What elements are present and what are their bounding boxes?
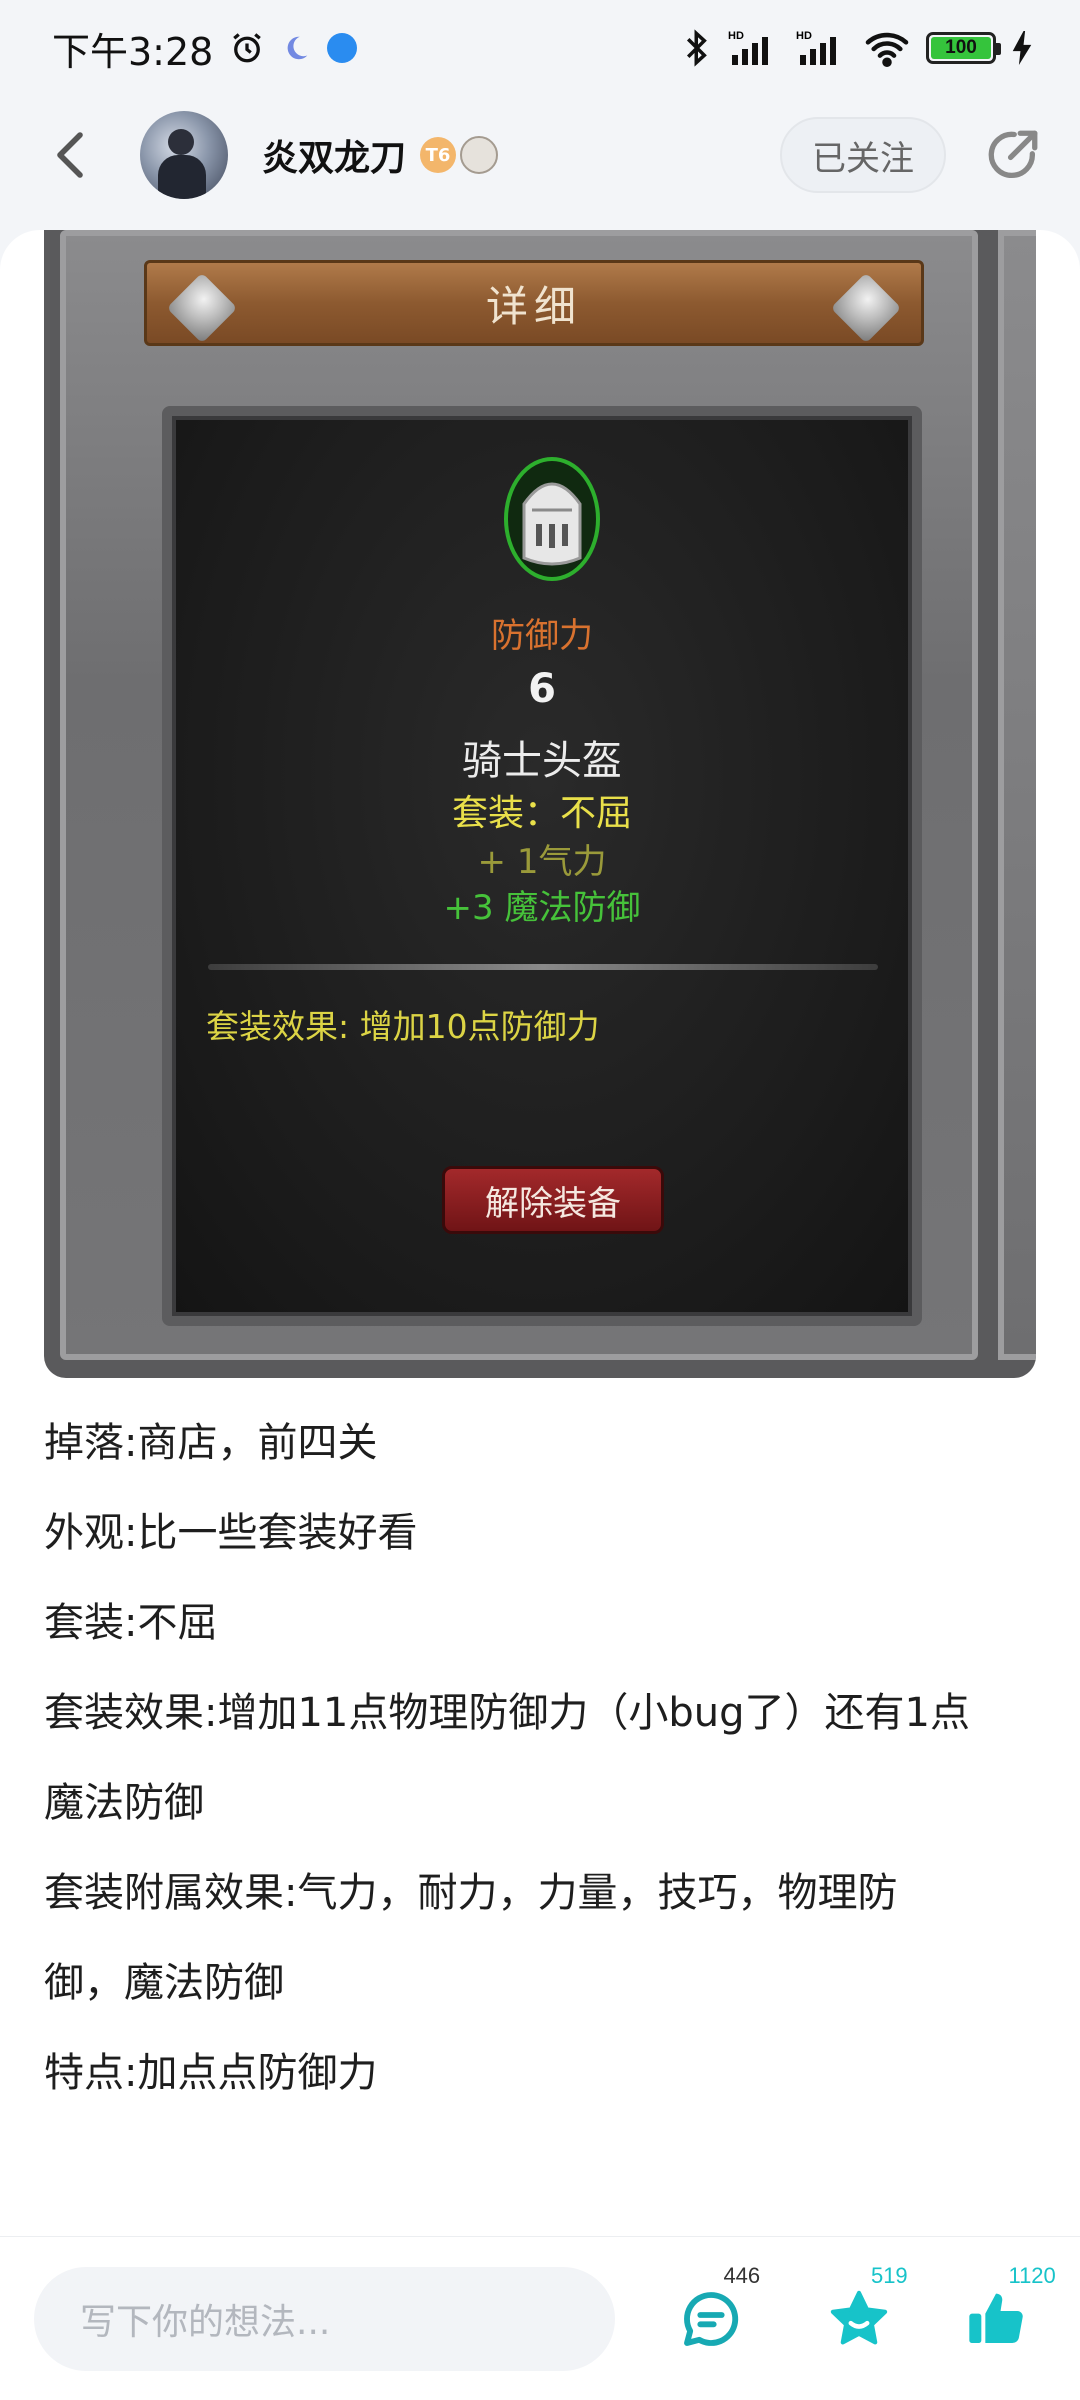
post-header: 炎双龙刀 T6 已关注 [0, 96, 1080, 214]
battery-level: 100 [931, 37, 991, 59]
favorite-count: 519 [870, 2262, 908, 2288]
stone-frame: 详细 防御力 6 骑士头盔 套装：不屈 + 1气力 +3 魔法防御 套装效果: … [60, 230, 978, 1360]
post-line: 御，魔法防御 [44, 1960, 284, 2006]
svg-text:HD: HD [728, 30, 744, 42]
favorite-button[interactable]: 519 [809, 2263, 909, 2369]
app-notification-icon [327, 33, 358, 63]
battery-icon: 100 [926, 32, 1001, 64]
status-bar: 下午3:28 HD HD 100 [0, 0, 1080, 96]
stone-frame-edge [998, 230, 1036, 1360]
status-bar-left: 下午3:28 [52, 21, 358, 76]
item-attribute-label: 防御力 [491, 616, 593, 656]
post-content-card: 详细 防御力 6 骑士头盔 套装：不屈 + 1气力 +3 魔法防御 套装效果: … [0, 230, 1080, 2236]
post-line: 特点:加点点防御力 [44, 2050, 378, 2096]
charging-icon [1012, 31, 1032, 65]
back-button[interactable] [32, 115, 112, 195]
like-count: 1120 [1008, 2262, 1056, 2288]
share-button[interactable] [978, 120, 1048, 190]
post-line: 掉落:商店，前四关 [44, 1420, 378, 1466]
signal-icon-1: HD [728, 29, 780, 67]
divider [208, 964, 878, 970]
avatar[interactable] [140, 111, 228, 199]
svg-text:HD: HD [796, 30, 812, 42]
follow-button[interactable]: 已关注 [780, 117, 946, 193]
item-detail-panel: 防御力 6 骑士头盔 套装：不屈 + 1气力 +3 魔法防御 套装效果: 增加1… [162, 406, 922, 1326]
rivet-icon [830, 272, 902, 344]
status-bar-right: HD HD 100 [682, 29, 1032, 67]
post-line: 套装附属效果:气力，耐力，力量，技巧，物理防 [44, 1870, 898, 1916]
comment-count: 446 [723, 2262, 761, 2288]
item-bonus-1: + 1气力 [477, 842, 607, 882]
unequip-button: 解除装备 [442, 1166, 664, 1234]
panel-title-plank: 详细 [144, 260, 924, 346]
star-icon [830, 2290, 887, 2344]
share-icon [988, 130, 1038, 179]
comment-button[interactable]: 446 [661, 2263, 761, 2369]
panel-title: 详细 [485, 281, 582, 331]
bottom-action-bar: 写下你的想法... 446 519 1120 [0, 2236, 1080, 2400]
bluetooth-icon [682, 29, 712, 67]
status-time: 下午3:28 [52, 29, 214, 74]
comment-icon [684, 2291, 739, 2346]
alarm-icon [229, 30, 265, 66]
author-name[interactable]: 炎双龙刀 [262, 129, 406, 181]
item-bonus-2: +3 魔法防御 [443, 888, 641, 928]
like-button[interactable]: 1120 [946, 2263, 1056, 2369]
post-line: 外观:比一些套装好看 [44, 1510, 418, 1556]
moon-icon [281, 33, 311, 63]
item-name: 骑士头盔 [462, 738, 622, 784]
item-set-line: 套装：不屈 [451, 793, 632, 834]
comment-input[interactable]: 写下你的想法... [34, 2266, 616, 2371]
thumbs-up-icon [969, 2293, 1023, 2343]
signal-icon-2: HD [796, 29, 848, 67]
chevron-left-icon [57, 132, 83, 178]
pet-badge-icon [460, 136, 499, 174]
post-image[interactable]: 详细 防御力 6 骑士头盔 套装：不屈 + 1气力 +3 魔法防御 套装效果: … [44, 230, 1036, 1378]
post-body: 掉落:商店，前四关 外观:比一些套装好看 套装:不屈 套装效果:增加11点物理防… [44, 1398, 1036, 2118]
wifi-icon [864, 29, 910, 67]
helmet-icon [502, 454, 602, 584]
item-attribute-value: 6 [528, 666, 556, 712]
post-line: 魔法防御 [44, 1780, 204, 1826]
rivet-icon [166, 272, 238, 344]
post-line: 套装效果:增加11点物理防御力（小bug了）还有1点 [44, 1690, 970, 1736]
post-line: 套装:不屈 [44, 1600, 218, 1646]
item-set-effect: 套装效果: 增加10点防御力 [206, 1007, 600, 1046]
level-badge: T6 [420, 137, 457, 173]
